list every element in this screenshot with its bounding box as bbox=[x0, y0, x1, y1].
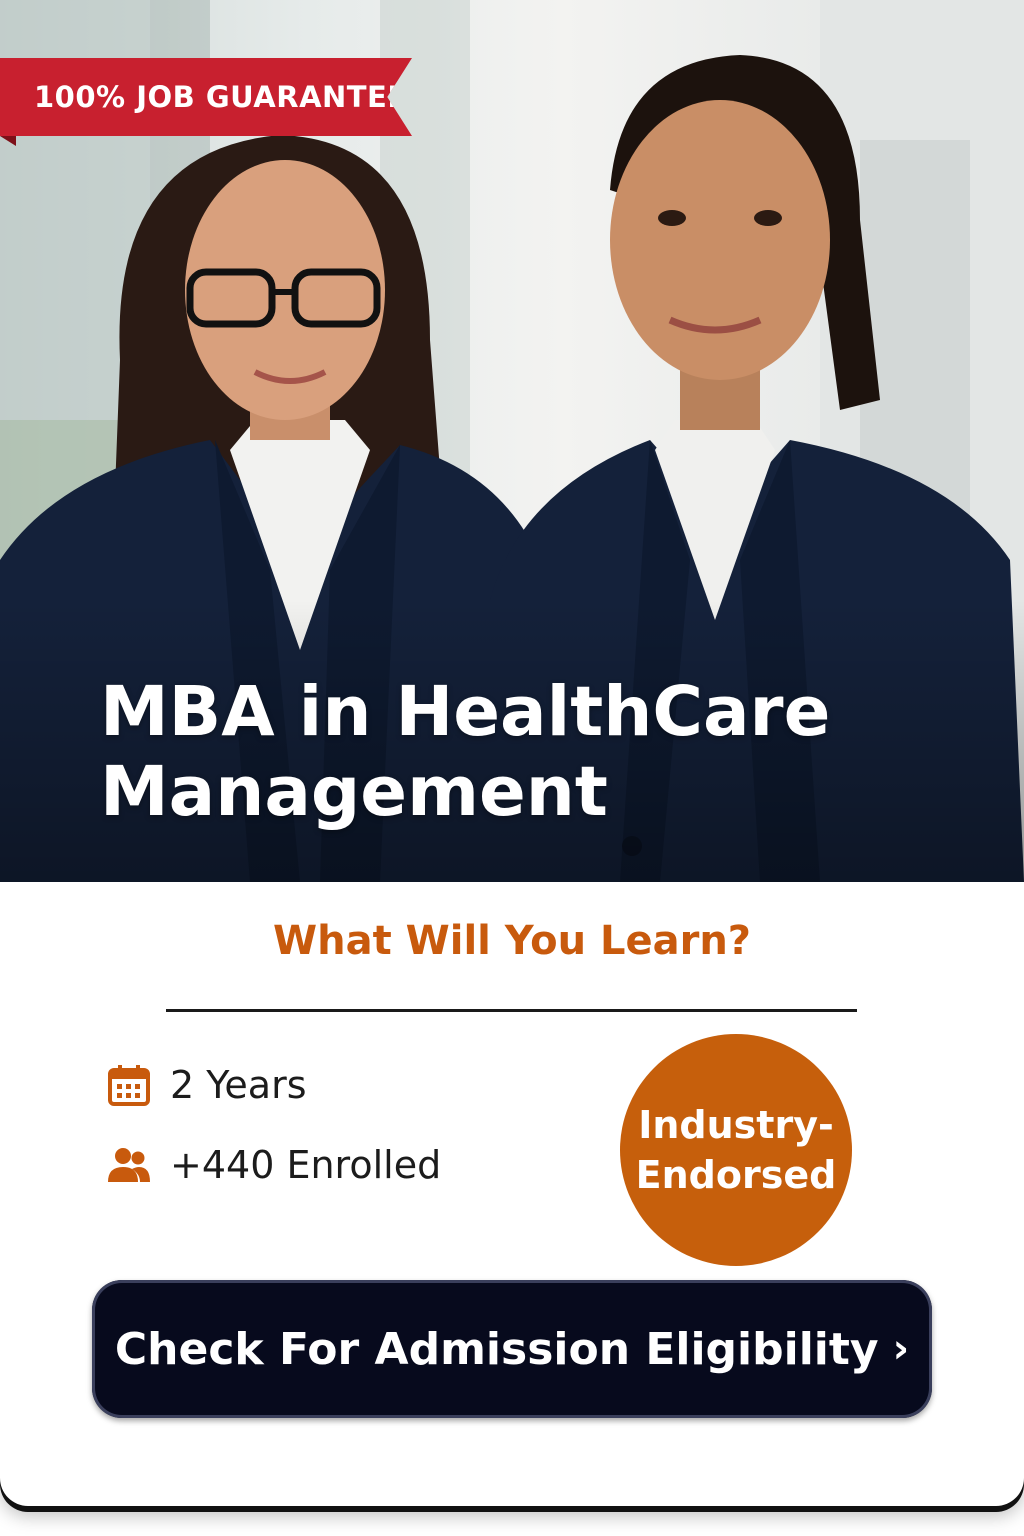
course-card: 100% JOB GUARANTEE MBA in HealthCare Man… bbox=[0, 0, 1024, 1506]
enrolled-text: +440 Enrolled bbox=[170, 1143, 442, 1187]
duration-row: 2 Years bbox=[106, 1062, 307, 1108]
learn-heading: What Will You Learn? bbox=[272, 918, 751, 964]
users-icon bbox=[106, 1142, 152, 1188]
calendar-icon bbox=[106, 1062, 152, 1108]
chevron-right-icon: › bbox=[892, 1326, 910, 1372]
check-eligibility-button[interactable]: Check For Admission Eligibility › bbox=[92, 1280, 932, 1418]
duration-text: 2 Years bbox=[170, 1063, 307, 1107]
industry-endorsed-badge: Industry- Endorsed bbox=[620, 1034, 852, 1266]
course-title: MBA in HealthCare Management bbox=[100, 672, 831, 832]
ribbon-fold bbox=[0, 136, 16, 146]
divider bbox=[166, 1009, 857, 1012]
job-guarantee-ribbon: 100% JOB GUARANTEE bbox=[0, 58, 412, 136]
hero-image: 100% JOB GUARANTEE MBA in HealthCare Man… bbox=[0, 0, 1024, 882]
enrolled-row: +440 Enrolled bbox=[106, 1142, 441, 1188]
cta-label: Check For Admission Eligibility bbox=[114, 1323, 879, 1375]
